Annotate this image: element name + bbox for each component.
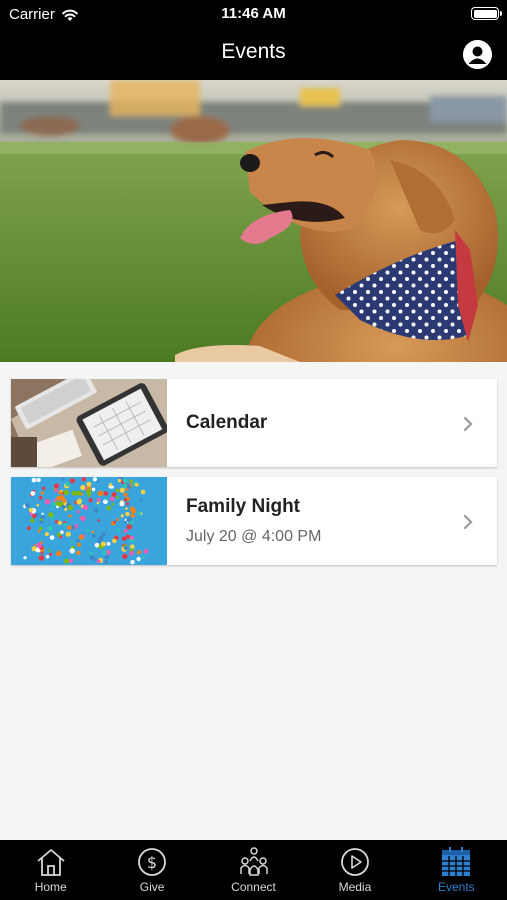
battery-icon <box>471 7 502 20</box>
home-icon <box>37 849 65 876</box>
event-card-calendar[interactable]: Calendar <box>11 379 497 467</box>
calendar-thumbnail <box>11 379 167 467</box>
profile-button[interactable] <box>463 40 492 69</box>
chevron-right-icon <box>463 416 473 432</box>
tab-events[interactable]: Events <box>406 840 507 900</box>
tab-connect[interactable]: Connect <box>203 840 304 900</box>
play-circle-icon <box>341 848 369 876</box>
calendar-icon <box>442 847 471 876</box>
event-card-family-night[interactable]: Family Night July 20 @ 4:00 PM <box>11 477 497 565</box>
tab-label: Media <box>338 880 372 894</box>
tab-label: Home <box>34 880 67 894</box>
event-title: Family Night <box>186 496 301 517</box>
event-title: Calendar <box>186 412 268 433</box>
status-bar: Carrier 11:46 AM <box>0 0 507 28</box>
tab-media[interactable]: Media <box>304 840 405 900</box>
page-title: Events <box>221 40 286 63</box>
tab-label: Events <box>437 880 475 894</box>
tab-bar: Home $ Give Connect Media Events <box>0 840 507 900</box>
chevron-right-icon <box>463 514 473 530</box>
dollar-circle-icon: $ <box>138 848 167 876</box>
family-night-thumbnail <box>11 477 167 565</box>
tab-label: Give <box>139 880 165 894</box>
event-date: July 20 @ 4:00 PM <box>186 528 322 545</box>
navigation-bar: Events <box>0 28 507 80</box>
tab-give[interactable]: $ Give <box>101 840 202 900</box>
person-circle-icon <box>463 40 492 69</box>
tab-home[interactable]: Home <box>0 840 101 900</box>
people-icon <box>239 847 268 876</box>
tab-label: Connect <box>231 880 276 894</box>
hero-image <box>0 80 507 362</box>
clock: 11:46 AM <box>221 5 286 22</box>
svg-text:$: $ <box>147 853 157 872</box>
